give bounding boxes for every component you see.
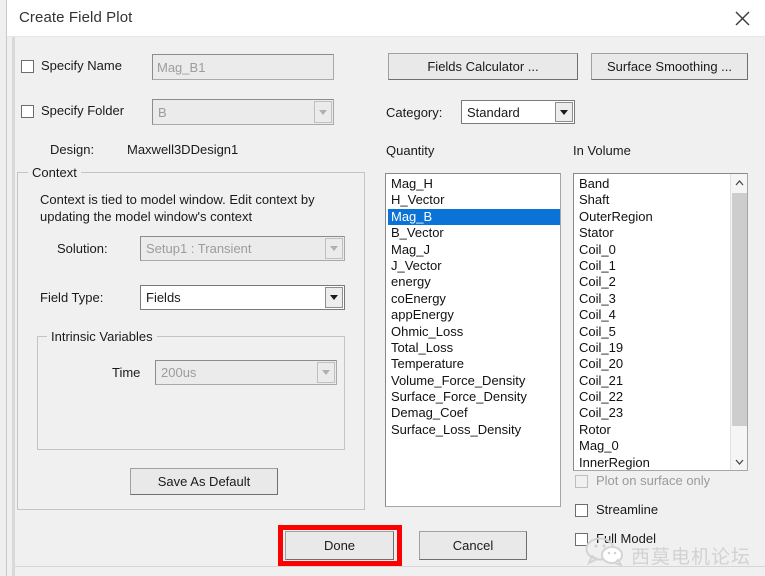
quantity-list-item[interactable]: Temperature [388,356,560,372]
specify-name-input[interactable]: Mag_B1 [152,54,334,80]
in-volume-header: In Volume [573,143,631,158]
dialog-title: Create Field Plot [19,9,133,26]
quantity-list-item[interactable]: B_Vector [388,225,560,241]
close-icon[interactable] [719,0,765,36]
full-model-label: Full Model [596,531,656,546]
quantity-listbox[interactable]: Mag_H H_Vector Mag_B B_Vector Mag_J J_Vector e… [385,173,561,507]
in-volume-list-item[interactable]: Stator [576,225,729,241]
quantity-list-item[interactable]: Surface_Loss_Density [388,422,560,438]
category-value: Standard [467,104,520,120]
category-combo[interactable]: Standard [461,100,575,124]
context-description-line2: updating the model window's context [40,209,253,224]
in-volume-list-item[interactable]: Coil_1 [576,258,729,274]
in-volume-list-items[interactable]: Band Shaft OuterRegion Stator Coil_0 Coil_1 Co… [576,176,729,470]
specify-folder-value: B [158,104,167,120]
cancel-button[interactable]: Cancel [419,531,527,560]
in-volume-list-item[interactable]: Rotor [576,422,729,438]
intrinsic-variables-group-title: Intrinsic Variables [47,329,157,344]
solution-value: Setup1 : Transient [146,241,252,256]
field-type-combo[interactable]: Fields [140,285,345,310]
field-type-value: Fields [146,290,181,305]
chevron-down-icon[interactable] [317,362,335,383]
chevron-down-icon[interactable] [555,102,573,122]
quantity-list-item[interactable]: appEnergy [388,307,560,323]
in-volume-list-item[interactable]: InnerRegion [576,455,729,470]
streamline-checkbox[interactable] [575,504,588,517]
chevron-down-icon[interactable] [325,238,343,259]
solution-combo[interactable]: Setup1 : Transient [140,236,345,261]
in-volume-list-item[interactable]: Coil_23 [576,405,729,421]
in-volume-scrollbar[interactable] [730,174,747,470]
scroll-up-icon[interactable] [731,174,747,191]
in-volume-list-item[interactable]: OuterRegion [576,209,729,225]
quantity-list-item[interactable]: Ohmic_Loss [388,324,560,340]
quantity-list-item[interactable]: Mag_B [388,208,560,226]
in-volume-list-item[interactable]: Coil_22 [576,389,729,405]
background-window-strip [0,0,7,576]
chevron-down-icon[interactable] [314,101,332,123]
plot-on-surface-only-label: Plot on surface only [596,473,711,488]
category-label: Category: [386,105,443,120]
quantity-list-item[interactable]: Total_Loss [388,340,560,356]
quantity-list-item[interactable]: Demag_Coef [388,405,560,421]
specify-name-label: Specify Name [41,58,122,73]
quantity-list-item[interactable]: Mag_J [388,242,560,258]
in-volume-list-item[interactable]: Coil_19 [576,340,729,356]
in-volume-list-item[interactable]: Band [576,176,729,192]
quantity-list-items[interactable]: Mag_H H_Vector Mag_B B_Vector Mag_J J_Vector e… [388,176,560,506]
watermark-text: 西莫电机论坛 [631,546,752,568]
chevron-down-icon[interactable] [325,287,343,308]
in-volume-list-item[interactable]: Coil_21 [576,373,729,389]
in-volume-listbox[interactable]: Band Shaft OuterRegion Stator Coil_0 Coil_1 Co… [573,173,748,471]
solution-label: Solution: [57,241,108,256]
design-value: Maxwell3DDesign1 [127,142,239,157]
quantity-list-item[interactable]: Volume_Force_Density [388,373,560,389]
dialog-titlebar: Create Field Plot [7,0,765,37]
full-model-checkbox[interactable] [575,533,588,546]
time-label: Time [112,365,141,380]
specify-folder-label: Specify Folder [41,103,125,118]
fields-calculator-button[interactable]: Fields Calculator ... [388,53,578,80]
intrinsic-variables-group [37,336,345,450]
in-volume-list-item[interactable]: Coil_5 [576,324,729,340]
surface-smoothing-button[interactable]: Surface Smoothing ... [591,53,748,80]
plot-on-surface-only-checkbox[interactable] [575,475,588,488]
create-field-plot-dialog: Create Field Plot Specify Name Mag_B1 Sp… [0,0,765,576]
quantity-list-item[interactable]: J_Vector [388,258,560,274]
time-combo[interactable]: 200us [155,360,337,385]
specify-folder-combo[interactable]: B [152,99,334,125]
in-volume-list-item[interactable]: Shaft [576,192,729,208]
streamline-label: Streamline [596,502,659,517]
scroll-down-icon[interactable] [731,453,747,470]
context-group-title: Context [28,165,81,180]
quantity-list-item[interactable]: Mag_H [388,176,560,192]
in-volume-list-item[interactable]: Coil_0 [576,242,729,258]
context-description-line1: Context is tied to model window. Edit co… [40,192,315,207]
in-volume-list-item[interactable]: Mag_0 [576,438,729,454]
background-window-strip-inner [12,37,15,576]
save-as-default-button[interactable]: Save As Default [130,468,278,495]
in-volume-list-item[interactable]: Coil_20 [576,356,729,372]
footer-divider [15,566,765,567]
specify-folder-checkbox[interactable] [21,105,34,118]
quantity-list-item[interactable]: H_Vector [388,192,560,208]
done-button[interactable]: Done [285,531,394,560]
field-type-label: Field Type: [40,290,104,305]
quantity-list-item[interactable]: energy [388,274,560,290]
design-label: Design: [50,142,95,157]
in-volume-list-item[interactable]: Coil_2 [576,274,729,290]
quantity-header: Quantity [386,143,435,158]
specify-name-checkbox[interactable] [21,60,34,73]
quantity-list-item[interactable]: coEnergy [388,291,560,307]
time-value: 200us [161,365,197,380]
quantity-list-item[interactable]: Surface_Force_Density [388,389,560,405]
in-volume-list-item[interactable]: Coil_3 [576,291,729,307]
scrollbar-thumb[interactable] [732,193,747,426]
in-volume-list-item[interactable]: Coil_4 [576,307,729,323]
